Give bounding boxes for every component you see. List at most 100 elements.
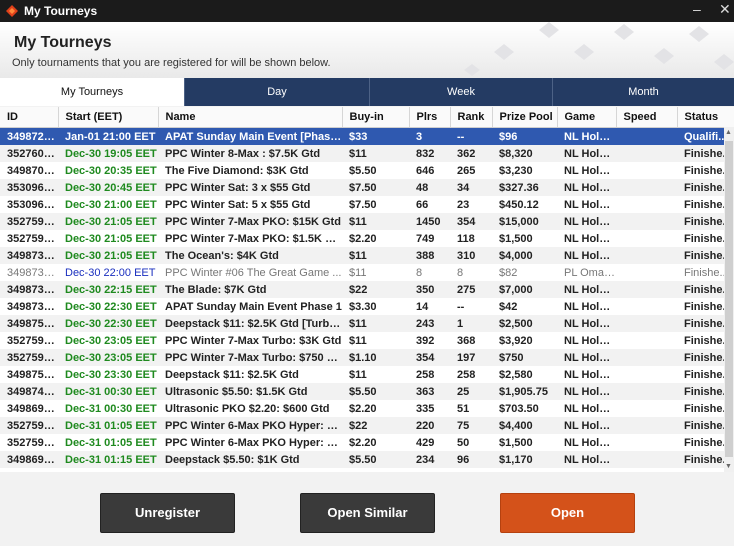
cell-rank: 258: [457, 368, 476, 381]
cell-start: Dec-31 01:05 EET: [65, 436, 157, 449]
cell-id: 3498748...: [0, 383, 58, 400]
column-header-game[interactable]: Game: [557, 107, 617, 128]
table-row[interactable]: 3498753... Dec-30 23:30 EET Deepstack $11:…: [0, 366, 734, 383]
cell-game: NL Hold'...: [564, 300, 616, 313]
cell-rank: 362: [450, 145, 492, 162]
cell-prize-pool: $3,920: [499, 334, 533, 347]
table-header-row: ID Start (EET) Name Buy-in Plrs Rank Prize Poo…: [0, 107, 734, 128]
cell-buy-in: $7.50: [349, 198, 377, 211]
cell-name: Ultrasonic PKO $2.20: $600 Gtd: [165, 402, 330, 415]
cell-rank: 51: [457, 402, 470, 415]
cell-buy-in: $3.30: [349, 300, 377, 313]
cell-start: Dec-30 21:00 EET: [65, 198, 157, 211]
column-header-start-eet[interactable]: Start (EET): [58, 107, 159, 128]
cell-start: Dec-30 22:00 EET: [65, 266, 156, 279]
column-header-status[interactable]: Status: [677, 107, 734, 128]
cell-speed: [616, 417, 677, 434]
cell-id: 3498753...: [7, 368, 58, 381]
cell-speed: [616, 179, 677, 196]
table-row[interactable]: 3527598... Dec-31 01:05 EET PPC Winter 6-M…: [0, 417, 734, 434]
cell-prize-pool: $2,580: [499, 368, 533, 381]
scroll-up-icon[interactable]: ▲: [725, 129, 732, 136]
cell-name: PPC Winter 7-Max Turbo: $750 Gtd: [158, 349, 342, 366]
cell-rank: 25: [450, 383, 492, 400]
cell-id: 3527599...: [0, 349, 58, 366]
cell-prize-pool: $96: [492, 127, 557, 145]
minimize-icon[interactable]: –: [693, 1, 701, 17]
table-row[interactable]: 3498738... Dec-30 22:30 EET APAT Sunday Ma…: [0, 298, 734, 315]
cell-game: NL Hold'...: [557, 383, 616, 400]
unregister-button[interactable]: Unregister: [100, 493, 235, 533]
title-bar: My Tourneys – ✕: [0, 0, 734, 22]
cell-name: PPC Winter 7-Max PKO: $1.5K Gtd: [165, 232, 342, 245]
table-row[interactable]: 3527599... Dec-30 23:05 EET PPC Winter 7-M…: [0, 349, 734, 366]
table-row[interactable]: 3530965... Dec-30 20:45 EET PPC Winter Sat…: [0, 179, 734, 196]
cell-rank: 75: [450, 417, 492, 434]
cell-speed: [616, 230, 677, 247]
cell-players: 8: [416, 266, 423, 279]
vertical-scrollbar[interactable]: ▲ ▼: [724, 127, 734, 472]
cell-players: 646: [416, 164, 435, 177]
cell-rank: 23: [457, 198, 470, 211]
cell-id: 3498725...: [0, 127, 58, 145]
table-row[interactable]: 3527600... Dec-30 19:05 EET PPC Winter 8-M…: [0, 145, 734, 162]
table-row[interactable]: 3498697... Dec-31 00:30 EET Ultrasonic PKO…: [0, 400, 734, 417]
cell-speed: [616, 366, 677, 383]
cell-speed: [616, 298, 677, 315]
cell-prize-pool: $3,230: [499, 164, 533, 177]
column-header-plrs[interactable]: Plrs: [409, 107, 451, 128]
cell-name: PPC Winter Sat: 5 x $55 Gtd: [165, 198, 311, 211]
column-header-buy-in[interactable]: Buy-in: [342, 107, 410, 128]
cell-speed: [616, 162, 677, 179]
cell-id: 3527600...: [0, 145, 58, 162]
tab-month[interactable]: Month: [553, 78, 734, 106]
column-header-id[interactable]: ID: [0, 107, 59, 128]
close-icon[interactable]: ✕: [719, 1, 731, 18]
cell-id: 3498758...: [0, 315, 58, 332]
open-similar-button[interactable]: Open Similar: [300, 493, 435, 533]
cell-name: PPC Winter 8-Max : $7.5K Gtd: [158, 145, 342, 162]
table-row[interactable]: 3498698... Dec-31 01:15 EET Deepstack $5.5…: [0, 451, 734, 468]
table-row[interactable]: 3527598... Dec-31 01:05 EET PPC Winter 6-M…: [0, 434, 734, 451]
cell-id: 3530964...: [7, 198, 58, 211]
cell-rank: 310: [450, 247, 492, 264]
cell-players: 66: [416, 198, 429, 211]
table-row[interactable]: 3530964... Dec-30 21:00 EET PPC Winter Sat…: [0, 196, 734, 213]
table-row[interactable]: 3498731... Dec-30 21:05 EET The Ocean's: $…: [0, 247, 734, 264]
column-header-name[interactable]: Name: [158, 107, 343, 128]
cell-game: NL Hold'...: [564, 402, 616, 415]
table-row[interactable]: 3527597... Dec-30 21:05 EET PPC Winter 7-M…: [0, 230, 734, 247]
cell-prize-pool: $42: [499, 300, 518, 313]
cell-start: Dec-30 21:05 EET: [58, 247, 158, 264]
table-row[interactable]: 3498730... Dec-30 22:15 EET The Blade: $7K…: [0, 281, 734, 298]
column-header-speed[interactable]: Speed: [616, 107, 678, 128]
open-button[interactable]: Open: [500, 493, 635, 533]
cell-speed: [616, 349, 677, 366]
cell-rank: 8: [457, 266, 464, 279]
cell-rank: 1: [450, 315, 492, 332]
column-header-prize-pool[interactable]: Prize Pool: [492, 107, 558, 128]
cell-buy-in: $11: [349, 266, 367, 279]
table-row[interactable]: 3527599... Dec-30 23:05 EET PPC Winter 7-M…: [0, 332, 734, 349]
table-row[interactable]: 3498758... Dec-30 22:30 EET Deepstack $11:…: [0, 315, 734, 332]
table-row[interactable]: 3498739... Dec-30 22:00 EET PPC Winter #06…: [0, 264, 734, 281]
cell-players: 243: [409, 315, 450, 332]
table-row[interactable]: 3527597... Dec-30 21:05 EET PPC Winter 7-M…: [0, 213, 734, 230]
cell-speed: [616, 315, 677, 332]
page-header: My Tourneys Only tournaments that you ar…: [0, 22, 734, 78]
table-row[interactable]: 3498725... Jan-01 21:00 EET APAT Sunday Ma…: [0, 127, 734, 145]
table-row[interactable]: 3498704... Dec-30 20:35 EET The Five Diamo…: [0, 162, 734, 179]
tab-day[interactable]: Day: [185, 78, 370, 106]
cell-id: 3498739...: [7, 266, 58, 279]
tab-week[interactable]: Week: [370, 78, 553, 106]
cell-prize-pool: $8,320: [492, 145, 557, 162]
cell-name: The Ocean's: $4K Gtd: [158, 247, 342, 264]
column-header-rank[interactable]: Rank: [450, 107, 493, 128]
table-row[interactable]: 3498748... Dec-31 00:30 EET Ultrasonic $5.…: [0, 383, 734, 400]
cell-buy-in: $22: [342, 281, 409, 298]
cell-id: 3527597...: [0, 213, 58, 230]
cell-game: PL Omah...: [564, 266, 616, 279]
scroll-down-icon[interactable]: ▼: [725, 463, 732, 470]
tab-my-tourneys[interactable]: My Tourneys: [0, 78, 185, 106]
scrollbar-thumb[interactable]: [725, 141, 733, 457]
